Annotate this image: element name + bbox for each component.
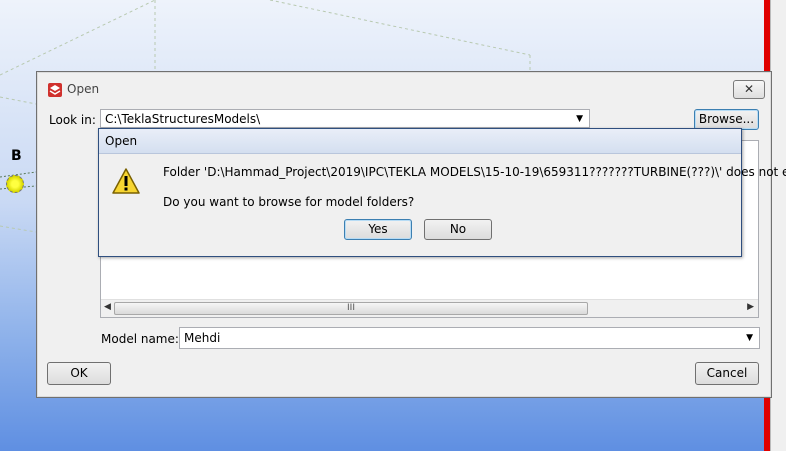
message-question: Do you want to browse for model folders? [163, 195, 415, 209]
model-name-label: Model name: [101, 332, 179, 346]
look-in-value: C:\TeklaStructuresModels\ [105, 112, 261, 126]
no-button[interactable]: No [424, 219, 492, 240]
message-text: Folder 'D:\Hammad_Project\2019\IPC\TEKLA… [163, 165, 786, 179]
message-box-titlebar[interactable]: Open [99, 129, 741, 154]
model-name-combobox[interactable]: Mehdi ▼ [179, 327, 760, 349]
tekla-logo-icon [48, 83, 62, 97]
model-name-value: Mehdi [184, 331, 221, 345]
horizontal-scrollbar[interactable]: ◀ III ▶ [101, 299, 758, 317]
gridline-label: B [11, 148, 22, 164]
model-node-point[interactable] [6, 175, 24, 193]
chevron-down-icon: ▼ [746, 333, 753, 343]
side-scrollbar[interactable] [770, 0, 786, 451]
warning-icon [112, 168, 140, 194]
open-dialog-titlebar[interactable]: Open ✕ [37, 72, 771, 106]
folder-missing-message-box: Open Folder 'D:\Hammad_Project\2019\IPC\… [98, 128, 786, 257]
scroll-left-icon[interactable]: ◀ [104, 302, 111, 312]
close-button[interactable]: ✕ [733, 80, 765, 99]
look-in-combobox[interactable]: C:\TeklaStructuresModels\ ▼ [100, 109, 590, 128]
scroll-right-icon[interactable]: ▶ [747, 302, 754, 312]
ok-button[interactable]: OK [47, 362, 111, 385]
chevron-down-icon: ▼ [576, 114, 583, 124]
scroll-grip: III [347, 303, 355, 313]
open-dialog-title: Open [67, 82, 100, 96]
cancel-button[interactable]: Cancel [695, 362, 759, 385]
yes-button[interactable]: Yes [344, 219, 412, 240]
scroll-thumb[interactable]: III [114, 302, 588, 315]
message-box-title: Open [105, 134, 138, 148]
browse-button[interactable]: Browse... [694, 109, 759, 130]
look-in-label: Look in: [49, 113, 96, 127]
